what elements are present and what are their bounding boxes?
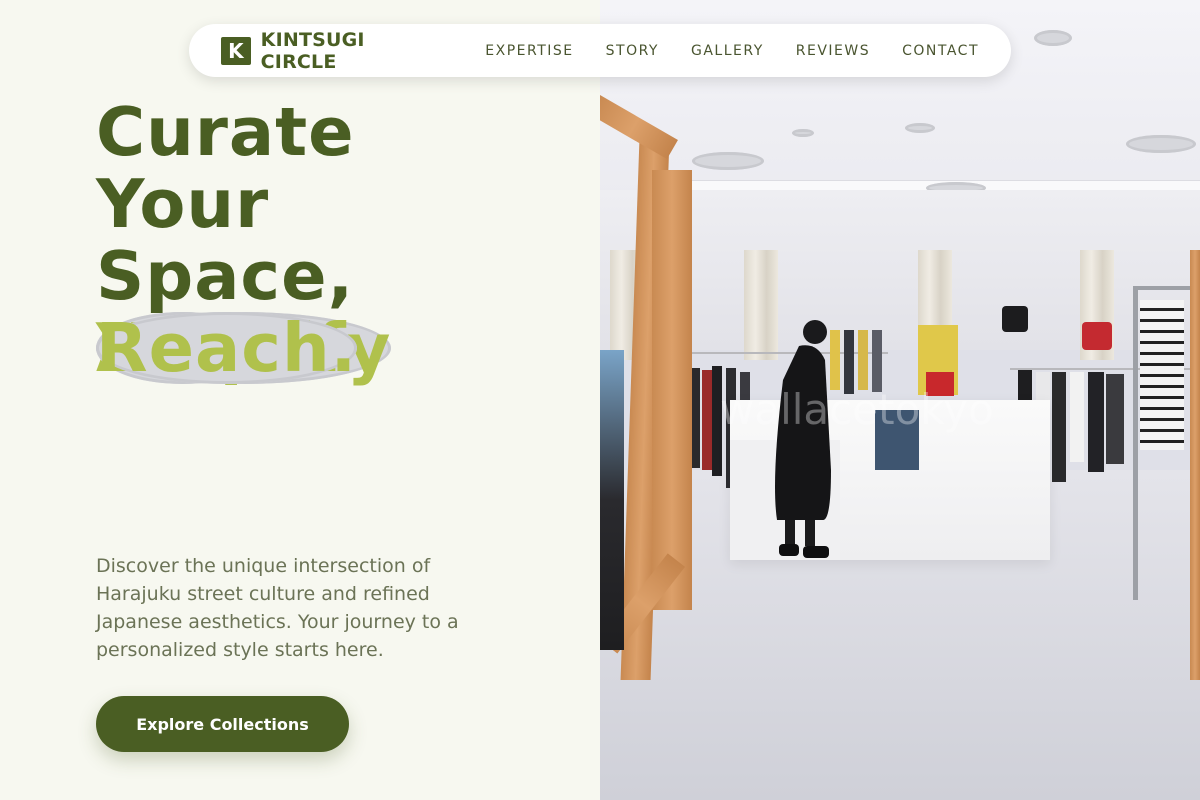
garment xyxy=(858,330,868,390)
shopper-figure xyxy=(775,320,831,558)
nav-link-reviews[interactable]: REVIEWS xyxy=(796,43,870,59)
logo-mark-icon: K xyxy=(221,36,251,65)
explore-collections-button[interactable]: Explore Collections xyxy=(96,696,349,752)
nav-link-story[interactable]: STORY xyxy=(606,43,659,59)
nav-link-gallery[interactable]: GALLERY xyxy=(691,43,764,59)
headline-line-6: Reach. xyxy=(96,309,358,387)
garment xyxy=(872,330,882,392)
garment xyxy=(702,370,712,470)
ceiling-light xyxy=(1126,135,1196,153)
hero-store-image: wallacetokyo xyxy=(600,0,1200,800)
nav-link-contact[interactable]: CONTACT xyxy=(902,43,979,59)
striped-garment xyxy=(1140,300,1184,450)
ceiling-light xyxy=(692,152,764,170)
garment xyxy=(1106,374,1124,464)
garment xyxy=(600,350,624,650)
garment xyxy=(1088,372,1104,472)
nav-link-expertise[interactable]: EXPERTISE xyxy=(485,43,573,59)
image-watermark: wallacetokyo xyxy=(720,385,994,434)
brand-name: KINTSUGI CIRCLE xyxy=(260,28,365,73)
garment xyxy=(1070,372,1084,462)
wooden-arch-post xyxy=(1190,250,1200,680)
handbag xyxy=(1082,322,1112,350)
top-navigation-bar: K KINTSUGI CIRCLE EXPERTISE STORY GALLER… xyxy=(189,24,1011,77)
hero-description: Discover the unique intersection of Hara… xyxy=(96,555,459,661)
headline-line-2: Your xyxy=(96,165,270,243)
brand-logo[interactable]: K KINTSUGI CIRCLE xyxy=(221,29,439,73)
ceiling-light xyxy=(792,129,814,137)
ceiling-light xyxy=(905,123,935,133)
hero-headline: Curate Your Space, Amplify Your Reach. xyxy=(96,93,392,384)
rack-pole xyxy=(1133,286,1138,600)
garment xyxy=(1052,372,1066,482)
handbag xyxy=(1002,306,1028,332)
hero-left-panel: Curate Your Space, Amplify Your Reach. D… xyxy=(0,0,600,800)
nav-links: EXPERTISE STORY GALLERY REVIEWS CONTACT xyxy=(485,43,979,59)
ceiling-light xyxy=(1034,30,1072,46)
wooden-arch-post xyxy=(652,170,692,610)
headline-line-1: Curate xyxy=(96,93,355,171)
headline-line-3: Space, xyxy=(96,237,355,315)
